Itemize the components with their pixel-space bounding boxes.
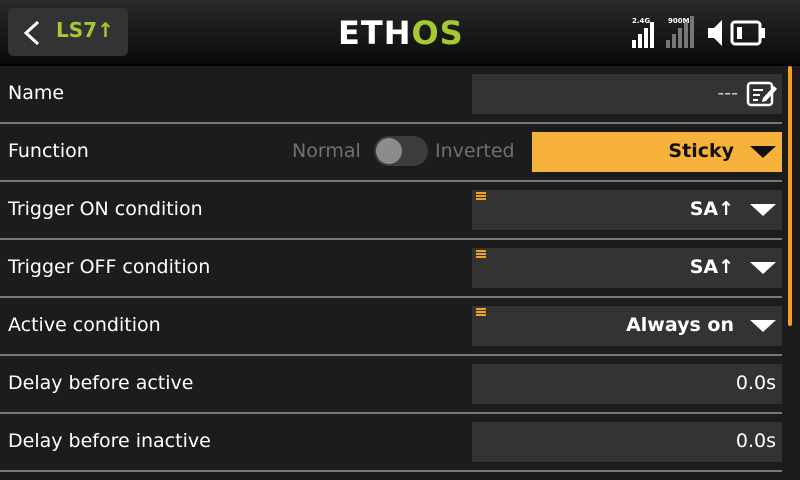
active-condition-dropdown[interactable]: Always on <box>472 306 782 346</box>
trigger-on-value: SA↑ <box>689 198 734 220</box>
delay-active-label: Delay before active <box>8 372 194 394</box>
row-name: Name --- <box>0 66 782 124</box>
row-trigger-off: Trigger OFF condition SA↑ <box>0 240 782 298</box>
page-title: LS7↑ <box>56 18 114 42</box>
signal-icons <box>632 16 765 48</box>
active-condition-label: Active condition <box>8 314 161 336</box>
row-active-condition: Active condition Always on <box>0 298 782 356</box>
logo-text-eth: ETH <box>338 14 412 52</box>
inverted-option-label: Inverted <box>435 140 515 162</box>
row-delay-active: Delay before active 0.0s <box>0 356 782 414</box>
logo-text-os: OS <box>411 14 464 52</box>
ethos-logo: ETHOS <box>338 14 464 52</box>
chevron-down-icon <box>750 204 776 216</box>
trigger-off-label: Trigger OFF condition <box>8 256 211 278</box>
name-field[interactable]: --- <box>472 74 782 114</box>
chevron-down-icon <box>750 146 776 158</box>
chevron-down-icon <box>750 262 776 274</box>
toggle-knob <box>376 138 402 164</box>
trigger-on-dropdown[interactable]: SA↑ <box>472 190 782 230</box>
row-function: Function Normal Inverted Sticky <box>0 124 782 182</box>
trigger-on-label: Trigger ON condition <box>8 198 203 220</box>
delay-inactive-label: Delay before inactive <box>8 430 211 452</box>
delay-inactive-value: 0.0s <box>735 430 776 452</box>
settings-list: Name --- Function Normal Inverted Sticky… <box>0 66 800 480</box>
delay-active-value: 0.0s <box>735 372 776 394</box>
top-bar: LS7↑ ETHOS 2.4G 900M <box>0 0 800 66</box>
trigger-off-value: SA↑ <box>689 256 734 278</box>
function-label: Function <box>8 140 89 162</box>
delay-inactive-field[interactable]: 0.0s <box>472 422 782 462</box>
scrollbar[interactable] <box>788 66 792 326</box>
back-area[interactable]: LS7↑ <box>8 8 128 56</box>
rf-2g4-label: 2.4G <box>632 17 651 25</box>
rf-900m-label: 900M <box>668 17 690 25</box>
normal-option-label: Normal <box>292 140 361 162</box>
function-dropdown[interactable]: Sticky <box>532 132 782 172</box>
menu-icon <box>476 250 486 258</box>
chevron-down-icon <box>750 320 776 332</box>
menu-icon <box>476 308 486 316</box>
menu-icon <box>476 192 486 200</box>
name-label: Name <box>8 82 65 104</box>
name-value: --- <box>717 82 738 104</box>
row-trigger-on: Trigger ON condition SA↑ <box>0 182 782 240</box>
edit-icon[interactable] <box>746 80 778 108</box>
chevron-left-icon[interactable] <box>20 20 46 46</box>
trigger-off-dropdown[interactable]: SA↑ <box>472 248 782 288</box>
function-value: Sticky <box>668 140 734 162</box>
active-condition-value: Always on <box>626 314 734 336</box>
status-area: 2.4G 900M <box>630 12 790 52</box>
row-delay-inactive: Delay before inactive 0.0s <box>0 414 782 472</box>
delay-active-field[interactable]: 0.0s <box>472 364 782 404</box>
normal-inverted-toggle[interactable] <box>374 136 428 166</box>
